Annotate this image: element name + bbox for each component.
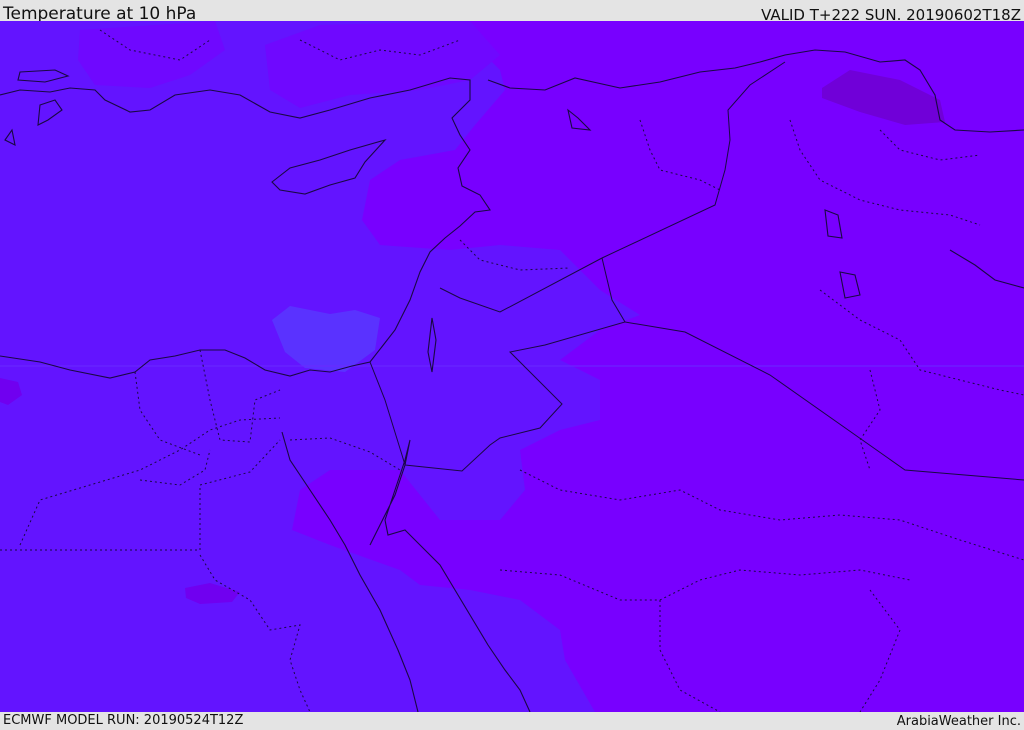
footer-bar: ECMWF MODEL RUN: 20190524T12Z ArabiaWeat…: [0, 712, 1024, 729]
map-panel[interactable]: [0, 21, 1024, 712]
credit-label: ArabiaWeather Inc.: [896, 714, 1021, 729]
map-canvas: [0, 21, 1024, 712]
model-run-label: ECMWF MODEL RUN: 20190524T12Z: [3, 713, 244, 728]
header-bar: Temperature at 10 hPa VALID T+222 SUN. 2…: [0, 0, 1024, 24]
